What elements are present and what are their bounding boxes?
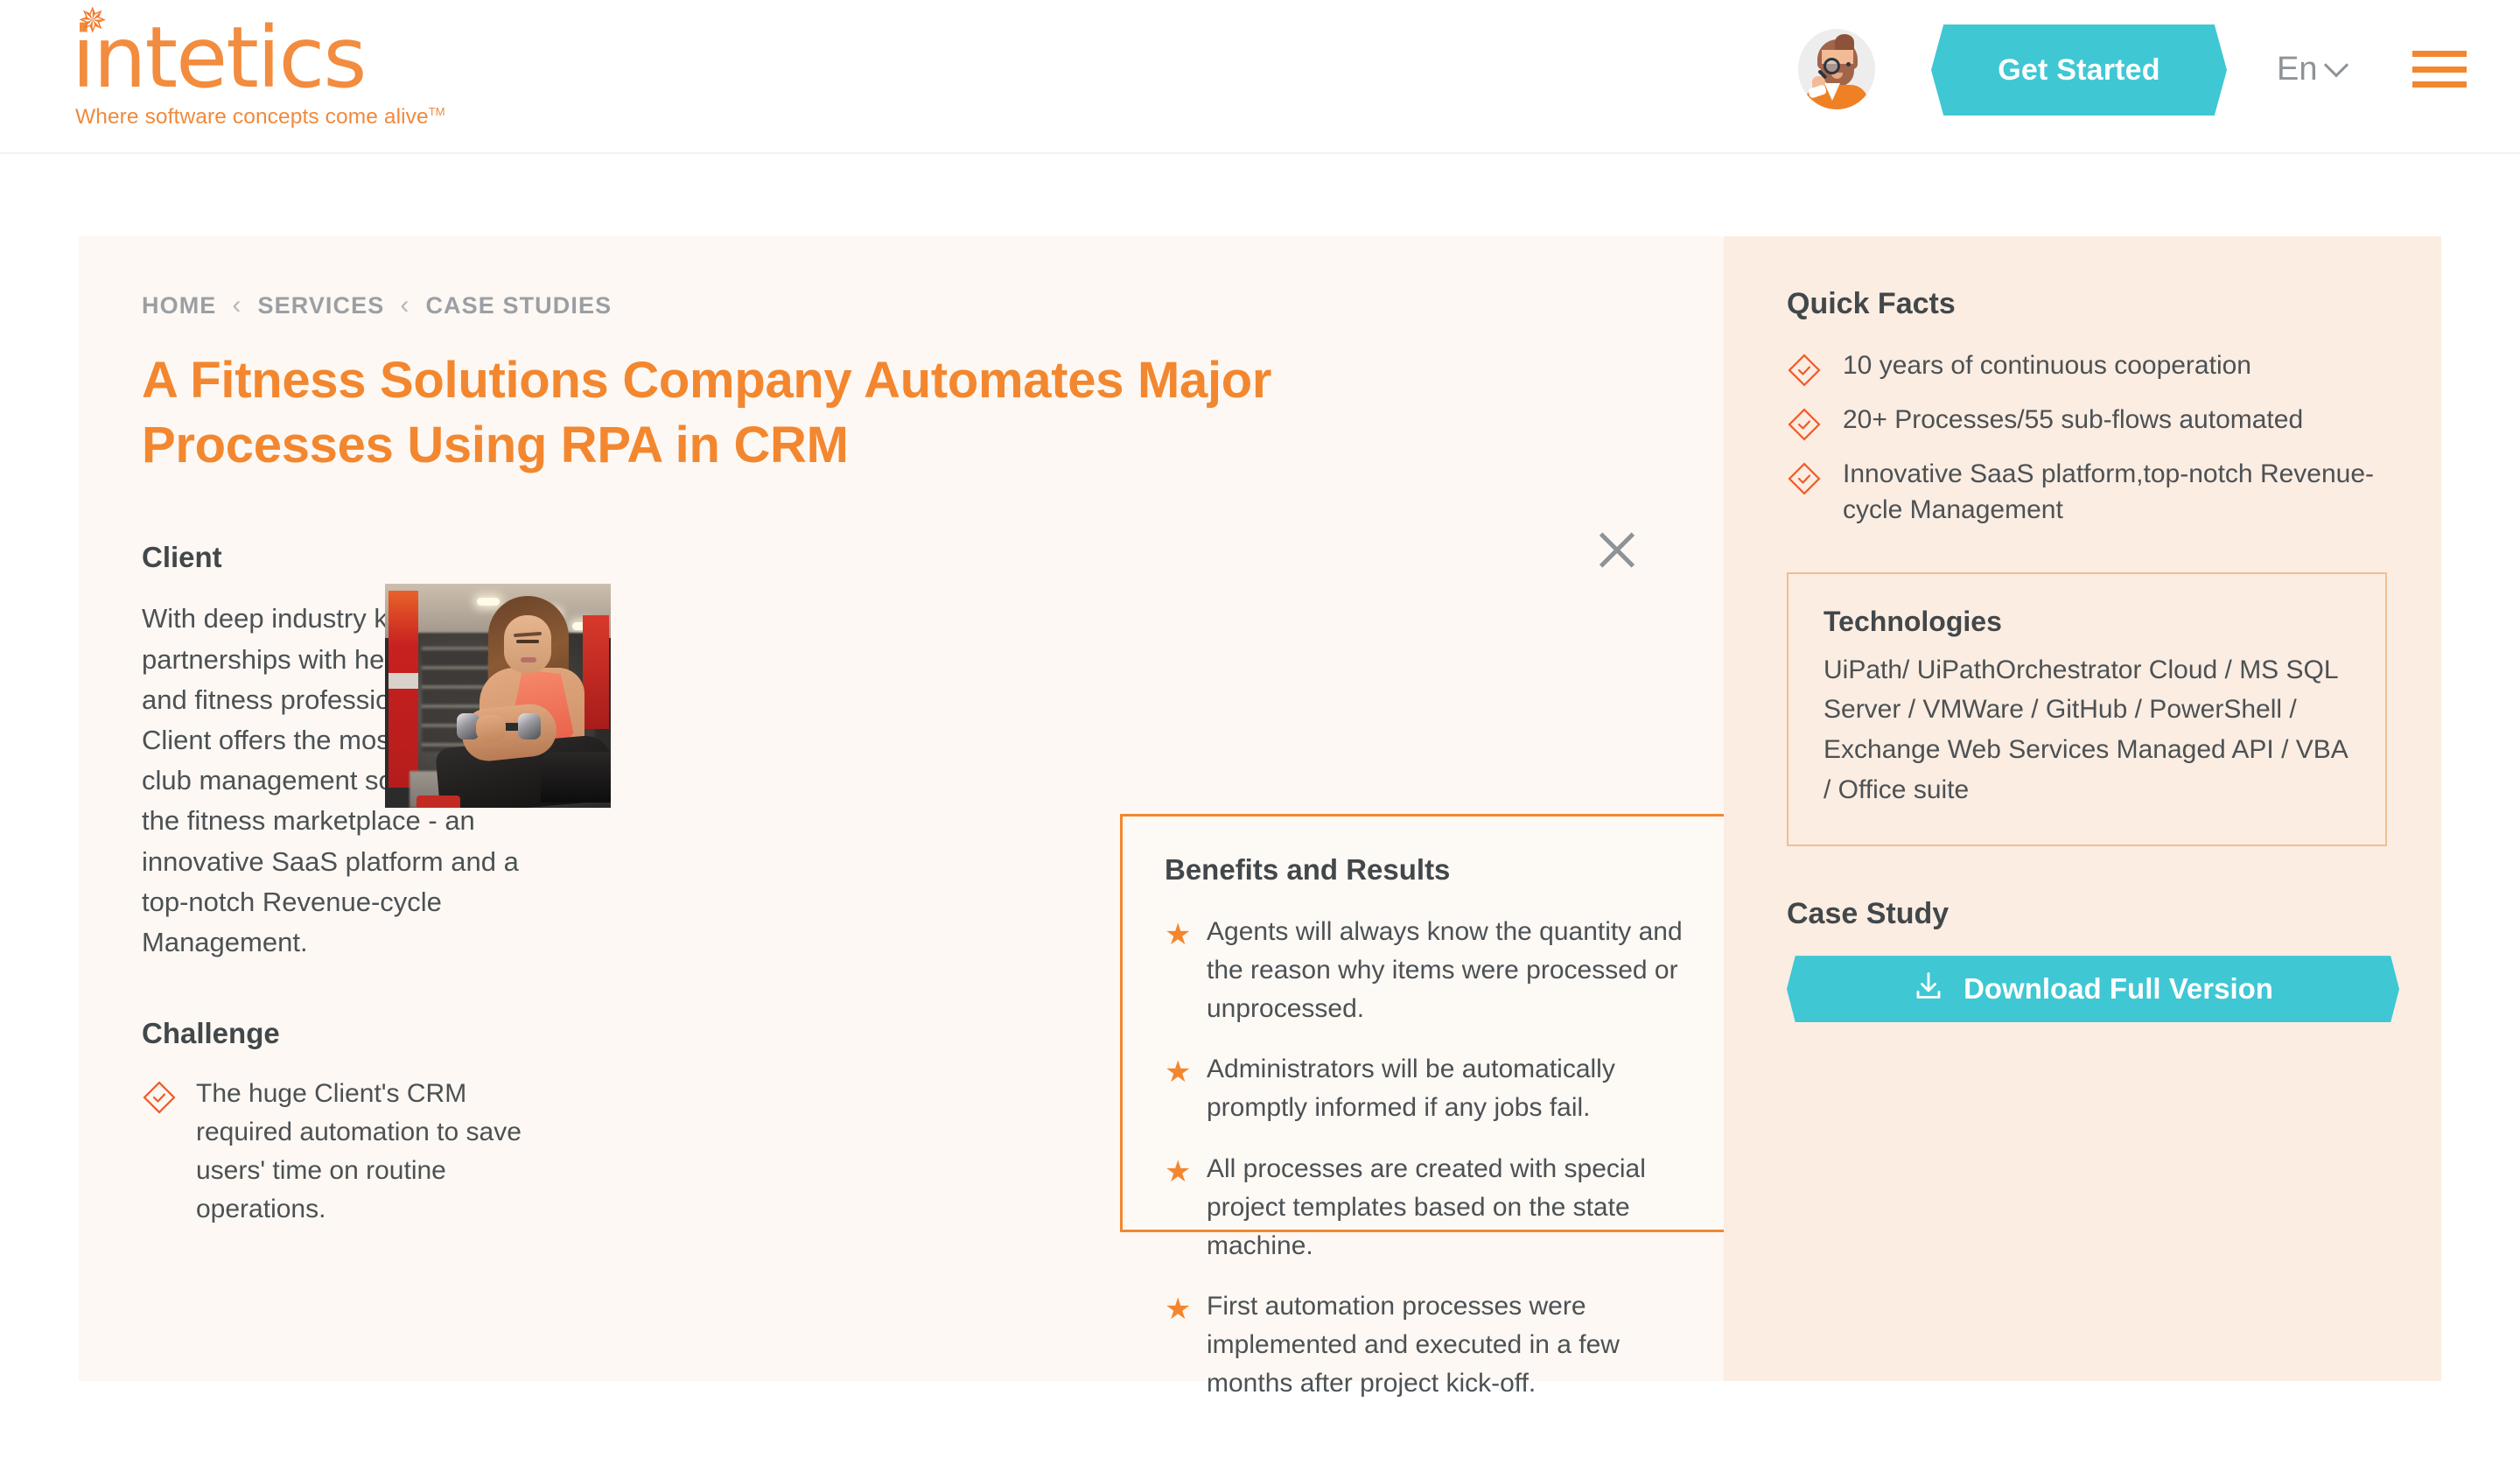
technologies-box: Technologies UiPath/ UiPathOrchestrator …: [1787, 571, 2387, 847]
benefit-item-text: Administrators will be automatically pro…: [1207, 1055, 1615, 1123]
download-full-version-button[interactable]: Download Full Version: [1787, 956, 2399, 1023]
photo-woman-hand: [476, 715, 506, 741]
client-heading: Client: [142, 541, 222, 574]
list-item: ★ First automation processes were implem…: [1165, 1287, 1707, 1402]
list-item: 20+ Processes/55 sub-flows automated: [1787, 402, 2387, 442]
logo-tagline-tm: TM: [428, 105, 445, 118]
quick-fact-text: Innovative SaaS platform,top-notch Reven…: [1843, 459, 2375, 525]
get-started-button[interactable]: Get Started: [1931, 25, 2227, 116]
photo-ceiling-light: [477, 598, 500, 606]
challenge-list: The huge Client's CRM required automatio…: [142, 1075, 523, 1228]
quick-fact-text: 20+ Processes/55 sub-flows automated: [1843, 405, 2304, 434]
technologies-heading: Technologies: [1824, 605, 2002, 637]
logo-tagline: Where software concepts come aliveTM: [75, 105, 457, 130]
quick-facts-heading: Quick Facts: [1787, 287, 1956, 320]
benefits-and-results-box: Benefits and Results ★ Agents will alway…: [1120, 814, 1750, 1398]
logo-wordmark: ✵ intetics: [72, 4, 457, 100]
page-title: A Fitness Solutions Company Automates Ma…: [142, 352, 1272, 474]
download-button-label: Download Full Version: [1964, 972, 2273, 1006]
challenge-block: Challenge The huge Client's CRM required…: [142, 1017, 523, 1228]
benefit-item-text: All processes are created with special p…: [1207, 1153, 1646, 1260]
star-icon: ★: [1165, 1154, 1192, 1188]
avatar-collar: [1824, 83, 1840, 101]
benefit-item-text: First automation processes were implemen…: [1207, 1292, 1620, 1398]
breadcrumb-separator-icon: ‹: [232, 291, 242, 319]
case-study-heading: Case Study: [1787, 897, 1950, 931]
photo-red-pillar: [583, 615, 609, 729]
photo-red-pillar: [388, 591, 418, 788]
star-icon: ★: [1165, 918, 1192, 951]
avatar-hair-top: [1835, 34, 1854, 50]
technologies-text: UiPath/ UiPathOrchestrator Cloud / MS SQ…: [1824, 655, 2348, 804]
close-icon[interactable]: [1594, 527, 1640, 572]
language-switcher[interactable]: En: [2277, 51, 2349, 88]
benefits-heading: Benefits and Results: [1165, 853, 1451, 886]
hamburger-bar: [2412, 66, 2467, 73]
list-item: The huge Client's CRM required automatio…: [142, 1075, 523, 1228]
photo-stool: [416, 796, 460, 808]
breadcrumb: HOME ‹ SERVICES ‹ CASE STUDIES: [142, 291, 1654, 320]
diamond-check-icon: [1787, 407, 1822, 442]
case-study-photo: [385, 584, 611, 808]
photo-woman-eye: [516, 640, 539, 643]
challenge-item-text: The huge Client's CRM required automatio…: [196, 1079, 522, 1223]
star-icon: ★: [1165, 1293, 1192, 1327]
dumbbell-weight: [518, 713, 541, 740]
quick-fact-text: 10 years of continuous cooperation: [1843, 351, 2251, 380]
logo-text: intetics: [72, 9, 367, 107]
star-icon: ✵: [78, 1, 107, 41]
star-icon: ★: [1165, 1055, 1192, 1090]
list-item: ★ All processes are created with special…: [1165, 1150, 1707, 1265]
breadcrumb-separator-icon: ‹: [400, 291, 410, 319]
breadcrumb-item-case-studies[interactable]: CASE STUDIES: [425, 292, 612, 319]
download-icon: [1913, 970, 1944, 1008]
hamburger-bar: [2412, 51, 2467, 57]
diamond-check-icon: [142, 1080, 177, 1115]
list-item: 10 years of continuous cooperation: [1787, 347, 2387, 388]
photo-woman-lip: [521, 657, 536, 662]
breadcrumb-item-services[interactable]: SERVICES: [258, 292, 385, 319]
breadcrumb-item-home[interactable]: HOME: [142, 292, 216, 319]
challenge-heading: Challenge: [142, 1017, 280, 1050]
site-logo[interactable]: ✵ intetics Where software concepts come …: [72, 4, 457, 130]
quick-facts-list: 10 years of continuous cooperation 20+ P…: [1787, 347, 2387, 529]
diamond-check-icon: [1787, 461, 1822, 496]
hamburger-menu-icon[interactable]: [2412, 51, 2467, 88]
logo-tagline-text: Where software concepts come alive: [75, 105, 429, 130]
list-item: ★ Administrators will be automatically p…: [1165, 1050, 1707, 1127]
diamond-check-icon: [1787, 353, 1822, 388]
language-label: En: [2277, 51, 2318, 88]
list-item: ★ Agents will always know the quantity a…: [1165, 913, 1707, 1027]
photo-woman-face: [504, 615, 551, 673]
chevron-down-icon: [2324, 52, 2349, 77]
case-study-main-panel: HOME ‹ SERVICES ‹ CASE STUDIES A Fitness…: [79, 236, 1750, 1398]
case-study-sidebar: Quick Facts 10 years of continuous coope…: [1724, 236, 2441, 1381]
benefit-item-text: Agents will always know the quantity and…: [1207, 917, 1683, 1023]
case-study-card: HOME ‹ SERVICES ‹ CASE STUDIES A Fitness…: [79, 236, 2441, 1398]
avatar[interactable]: [1798, 29, 1875, 109]
avatar-eye: [1846, 62, 1851, 67]
benefits-list: ★ Agents will always know the quantity a…: [1165, 913, 1707, 1403]
magnifier-icon: [1824, 58, 1840, 74]
photo-bench: [541, 752, 611, 803]
hamburger-bar: [2412, 81, 2467, 88]
list-item: Innovative SaaS platform,top-notch Reven…: [1787, 456, 2387, 529]
site-header: ✵ intetics Where software concepts come …: [0, 0, 2520, 154]
